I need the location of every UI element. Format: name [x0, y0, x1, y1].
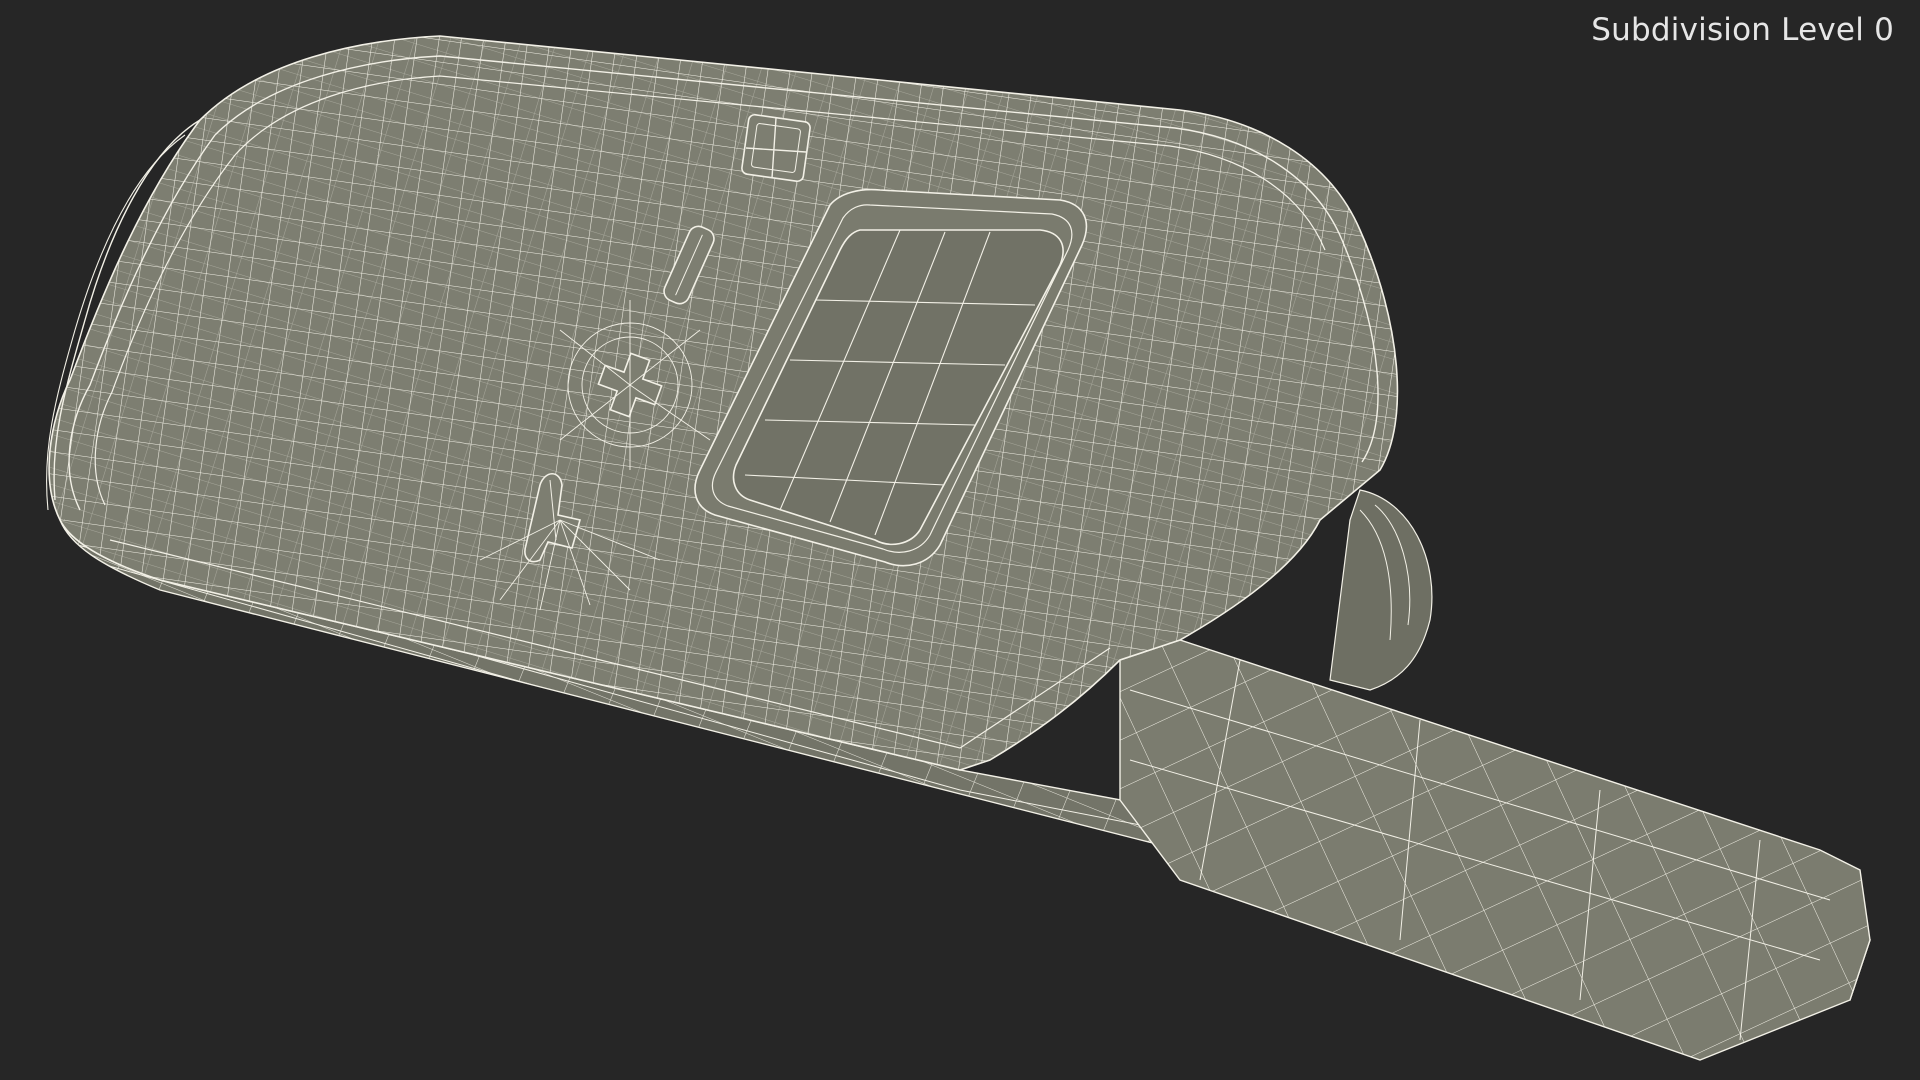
belt-clip — [1329, 489, 1433, 691]
3d-viewport: Subdivision Level 0 — [0, 0, 1920, 1080]
subdivision-level-label: Subdivision Level 0 — [1591, 12, 1894, 48]
device-antenna — [1119, 639, 1871, 1061]
menu-button — [741, 113, 811, 183]
wireframe-render — [46, 35, 1871, 1061]
